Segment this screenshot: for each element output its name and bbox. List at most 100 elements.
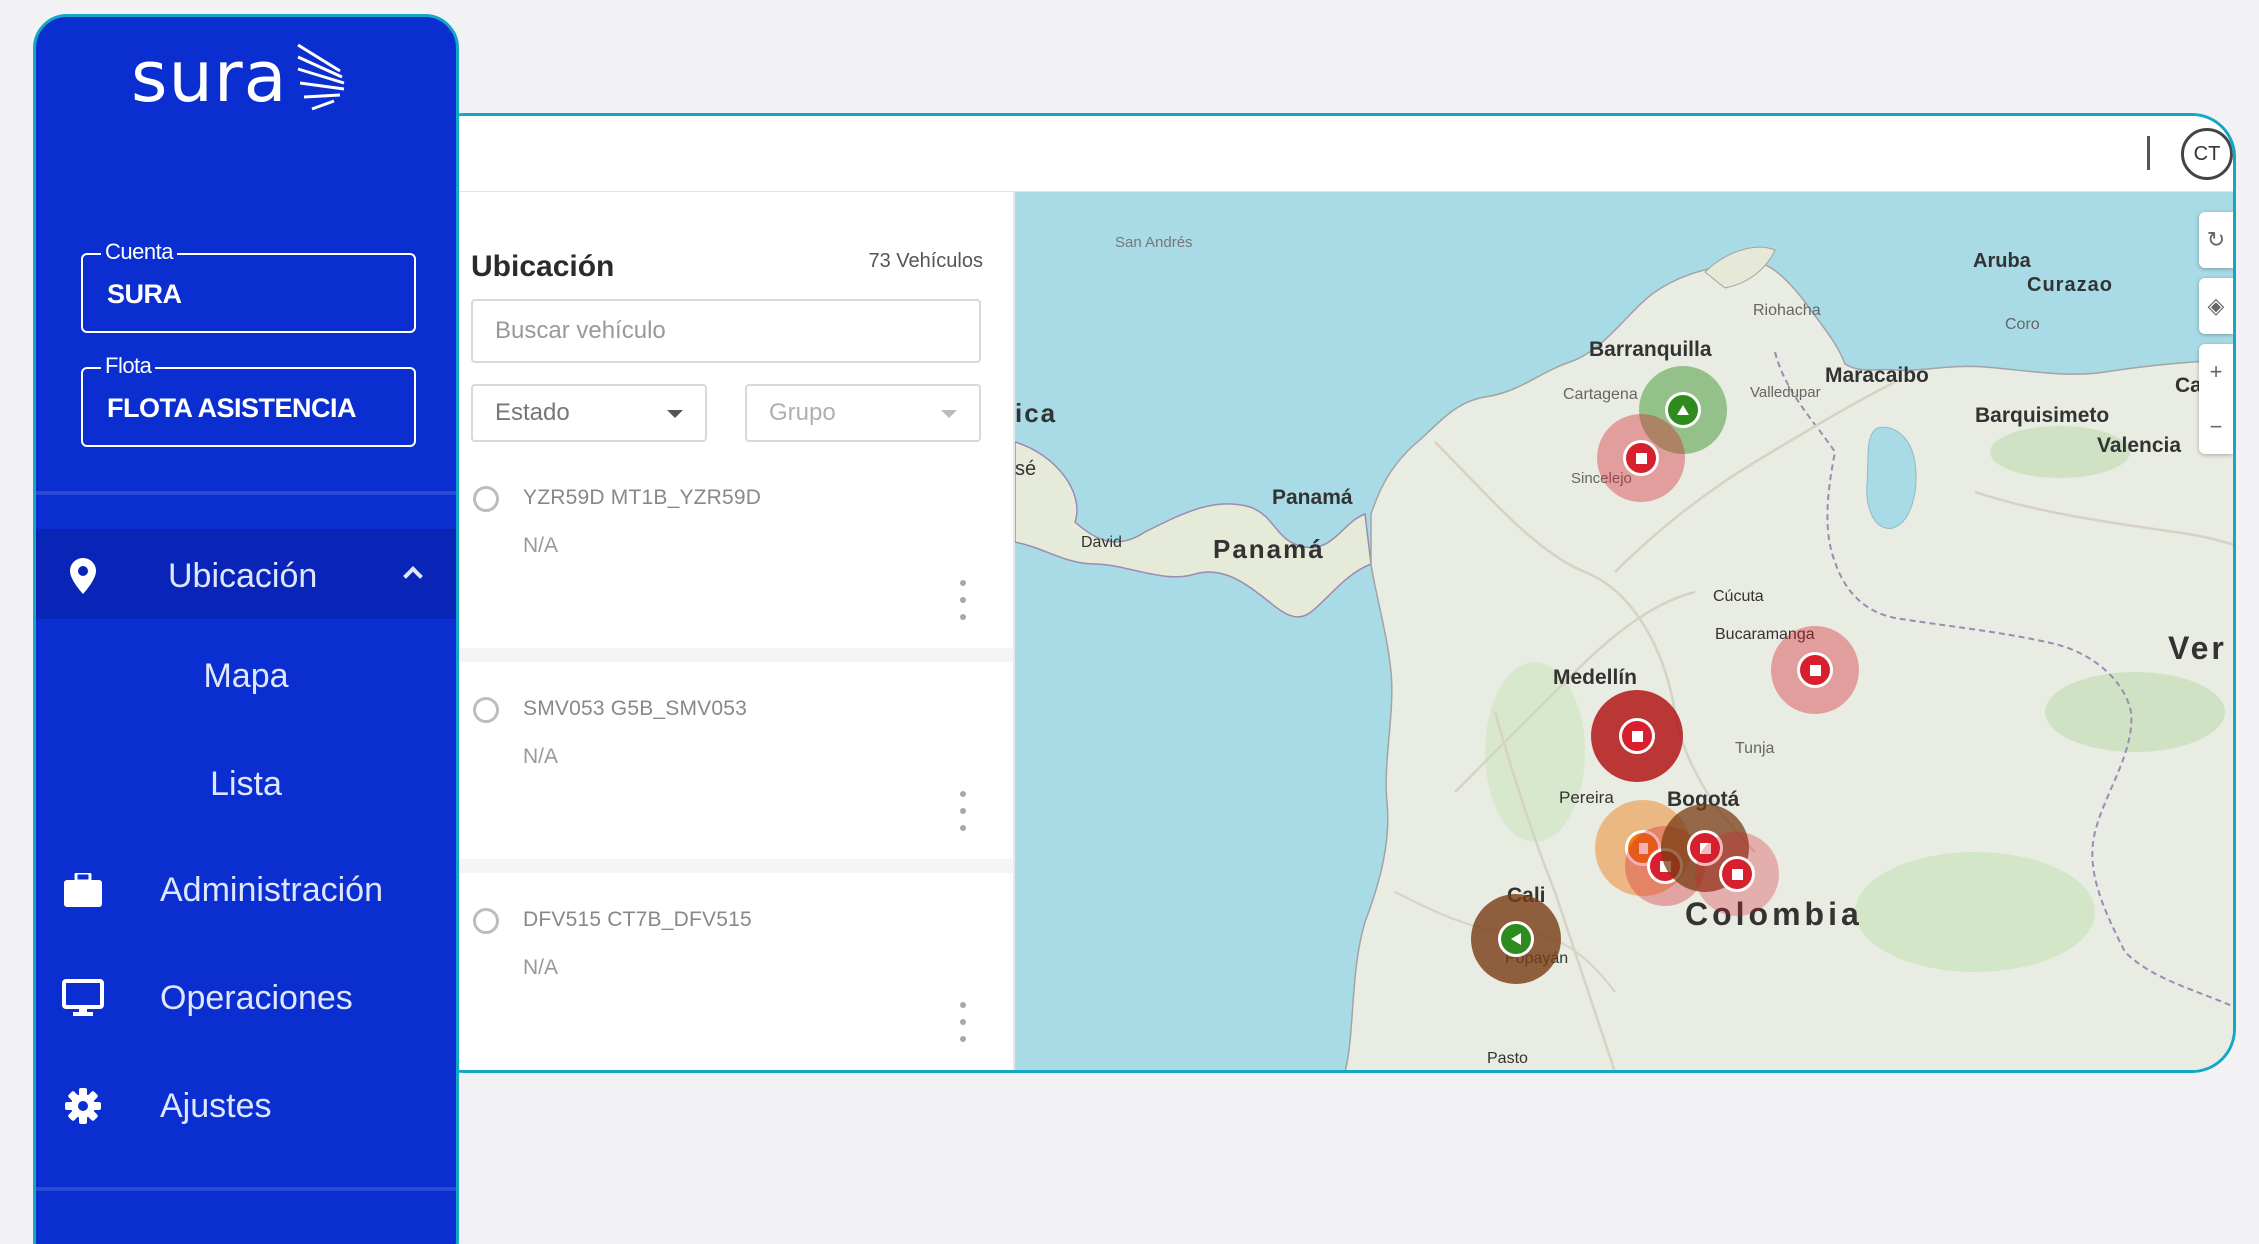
location-pin-icon [61,557,105,595]
map-label: ica [1015,398,1058,428]
brand-name: sura [131,36,288,118]
group-filter-label: Grupo [769,399,836,426]
nav-operations-label: Operaciones [160,979,353,1017]
vehicle-cluster-stopped[interactable] [1771,626,1859,714]
nav-item-location[interactable]: Ubicación [36,529,456,619]
account-value: SURA [107,279,182,309]
map-label: Riohacha [1753,302,1821,319]
map-label: Valledupar [1750,384,1821,401]
map-label: sé [1015,458,1037,480]
vehicle-list-item[interactable]: DFV515 CT7B_DFV515 N/A [423,884,1013,1070]
map-controls: ↻ ◈ + − [2199,212,2233,464]
top-bar: CT [423,116,2233,192]
map-label: David [1081,534,1122,551]
more-options-icon[interactable] [953,1002,973,1042]
list-divider [423,859,1013,873]
map-label: Curazao [2027,274,2113,296]
terrain-patch [2045,672,2225,752]
vehicle-list-item[interactable]: YZR59D MT1B_YZR59D N/A [423,462,1013,662]
chevron-down-icon [941,410,957,418]
panama-land [1015,441,1372,618]
list-divider [423,648,1013,662]
gear-icon [61,1087,105,1125]
map-label: Coro [2005,316,2040,333]
map-label: Cúcuta [1713,588,1764,605]
chevron-down-icon [667,410,683,418]
stopped-vehicle-icon [1719,856,1755,892]
map-label: Barquisimeto [1975,404,2110,427]
nav-item-list[interactable]: Lista [36,765,456,804]
sidebar: sura Cuenta SURA Flota FLOTA ASISTENCIA … [33,14,459,1244]
vehicle-cluster-moving[interactable] [1471,894,1561,984]
vehicle-cluster-stopped[interactable] [1695,832,1779,916]
fleet-value: FLOTA ASISTENCIA [107,393,357,423]
map-label: Valencia [2097,434,2182,457]
fleet-select[interactable]: Flota FLOTA ASISTENCIA [81,353,416,447]
vehicle-cluster-stopped[interactable] [1591,690,1683,782]
fleet-legend: Flota [101,353,156,379]
vehicle-select-radio[interactable] [473,908,499,934]
zoom-in-icon[interactable]: + [2210,359,2223,385]
account-select[interactable]: Cuenta SURA [81,239,416,333]
vehicle-search-input[interactable] [471,299,981,363]
fleet-map[interactable]: San Andrés Aruba Curazao Riohacha Coro B… [1015,192,2233,1070]
nav-item-administration[interactable]: Administración [36,843,456,933]
vehicle-count: 73 Vehículos [868,250,983,272]
vehicle-name: SMV053 G5B_SMV053 [523,697,748,720]
stopped-vehicle-icon [1623,440,1659,476]
panel-title: Ubicación [471,250,615,283]
wing-icon [296,43,344,111]
vehicle-status: N/A [523,534,559,557]
map-label: Ver [2168,630,2227,666]
refresh-icon[interactable]: ↻ [2199,212,2233,268]
nav-item-settings[interactable]: Ajustes [36,1059,456,1149]
vehicle-status: N/A [523,956,559,979]
map-label: Pasto [1487,1050,1528,1067]
map-label: Maracaibo [1825,364,1929,387]
vehicle-list-item[interactable]: SMV053 G5B_SMV053 N/A [423,673,1013,873]
monitor-icon [61,979,105,1017]
map-label: Barranquilla [1589,338,1712,361]
main-window: CT Ubicación 73 Vehículos Estado Grupo Y… [420,113,2236,1073]
vehicle-name: DFV515 CT7B_DFV515 [523,908,752,931]
sidebar-divider [36,491,456,495]
map-label: Aruba [1973,250,2031,272]
nav-location-label: Ubicación [168,557,318,595]
more-options-icon[interactable] [953,791,973,831]
stopped-vehicle-icon [1797,652,1833,688]
map-label: Medellín [1553,666,1638,689]
map-label: Cartagena [1563,386,1638,403]
more-options-icon[interactable] [953,580,973,620]
map-label: Panamá [1213,534,1325,564]
stopped-vehicle-icon [1619,718,1655,754]
vehicle-cluster-stopped[interactable] [1597,414,1685,502]
sidebar-divider [36,1187,456,1191]
terrain-patch [1855,852,2095,972]
vehicle-status: N/A [523,745,559,768]
vehicle-select-radio[interactable] [473,697,499,723]
map-label: Pereira [1559,788,1614,807]
group-filter-select[interactable]: Grupo [745,384,981,442]
nav-item-map[interactable]: Mapa [36,657,456,696]
chevron-up-icon [403,566,423,586]
topbar-divider [2147,136,2150,170]
vehicle-panel: Ubicación 73 Vehículos Estado Grupo YZR5… [423,192,1015,1070]
layers-icon[interactable]: ◈ [2199,278,2233,334]
nav-administration-label: Administración [160,871,383,909]
map-label: Panamá [1272,486,1353,509]
nav-item-operations[interactable]: Operaciones [36,951,456,1041]
map-land-svg [1015,246,2233,1070]
nav-settings-label: Ajustes [160,1087,272,1125]
vehicle-name: YZR59D MT1B_YZR59D [523,486,762,509]
map-label: Tunja [1735,740,1775,757]
status-filter-label: Estado [495,399,570,426]
zoom-control: + − [2199,344,2233,454]
user-avatar[interactable]: CT [2181,128,2233,180]
map-label: Ca [2175,374,2202,397]
moving-vehicle-icon [1498,921,1534,957]
status-filter-select[interactable]: Estado [471,384,707,442]
sura-logo: sura [131,37,350,117]
moving-vehicle-icon [1665,392,1701,428]
zoom-out-icon[interactable]: − [2210,414,2223,440]
vehicle-select-radio[interactable] [473,486,499,512]
